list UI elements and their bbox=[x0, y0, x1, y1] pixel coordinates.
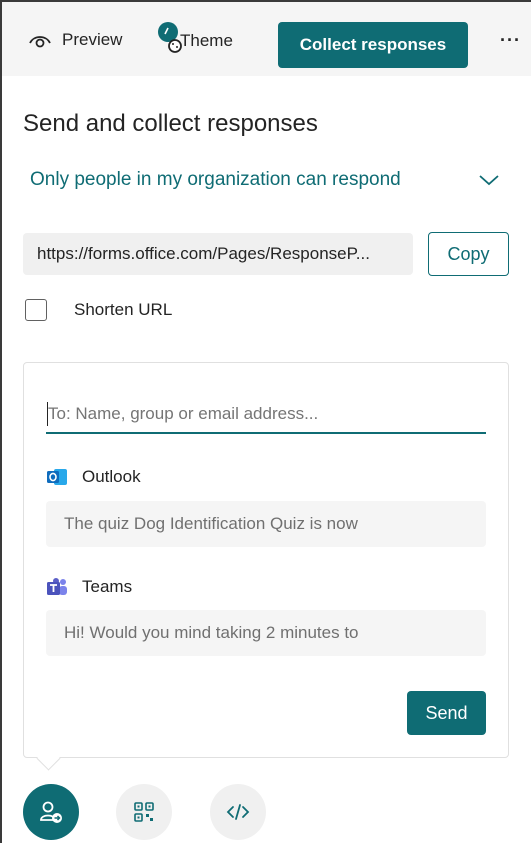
window-left-border bbox=[0, 0, 2, 843]
send-button[interactable]: Send bbox=[407, 691, 486, 735]
teams-message-field[interactable]: Hi! Would you mind taking 2 minutes to bbox=[46, 610, 486, 656]
qr-code-icon bbox=[134, 802, 154, 822]
text-caret bbox=[47, 402, 48, 426]
qr-code-button[interactable] bbox=[116, 784, 172, 840]
embed-code-icon bbox=[226, 804, 250, 820]
preview-button[interactable]: Preview bbox=[28, 30, 122, 50]
link-share-icon bbox=[40, 801, 62, 823]
copy-button[interactable]: Copy bbox=[428, 232, 509, 276]
shorten-url-checkbox[interactable] bbox=[25, 299, 47, 321]
outlook-icon bbox=[47, 469, 67, 485]
embed-code-button[interactable] bbox=[210, 784, 266, 840]
form-url-field[interactable]: https://forms.office.com/Pages/ResponseP… bbox=[23, 233, 413, 275]
link-share-button[interactable] bbox=[23, 784, 79, 840]
more-options-icon[interactable]: ··· bbox=[500, 30, 521, 51]
teams-icon bbox=[47, 578, 67, 595]
recipient-input[interactable] bbox=[46, 396, 486, 434]
audience-dropdown[interactable]: Only people in my organization can respo… bbox=[30, 169, 401, 191]
shorten-url-label: Shorten URL bbox=[74, 300, 173, 319]
panel-title: Send and collect responses bbox=[23, 110, 318, 137]
chevron-down-icon[interactable] bbox=[478, 173, 500, 187]
theme-button[interactable]: Theme bbox=[156, 22, 233, 56]
preview-label: Preview bbox=[62, 30, 123, 49]
teams-label: Teams bbox=[82, 577, 133, 596]
outlook-label: Outlook bbox=[82, 467, 141, 486]
theme-icon bbox=[156, 22, 186, 56]
collect-responses-button[interactable]: Collect responses bbox=[278, 22, 468, 68]
outlook-message-field[interactable]: The quiz Dog Identification Quiz is now bbox=[46, 501, 486, 547]
outlook-header: Outlook bbox=[46, 467, 141, 487]
teams-header: Teams bbox=[46, 577, 132, 597]
theme-label: Theme bbox=[180, 31, 233, 50]
eye-icon bbox=[29, 36, 51, 48]
